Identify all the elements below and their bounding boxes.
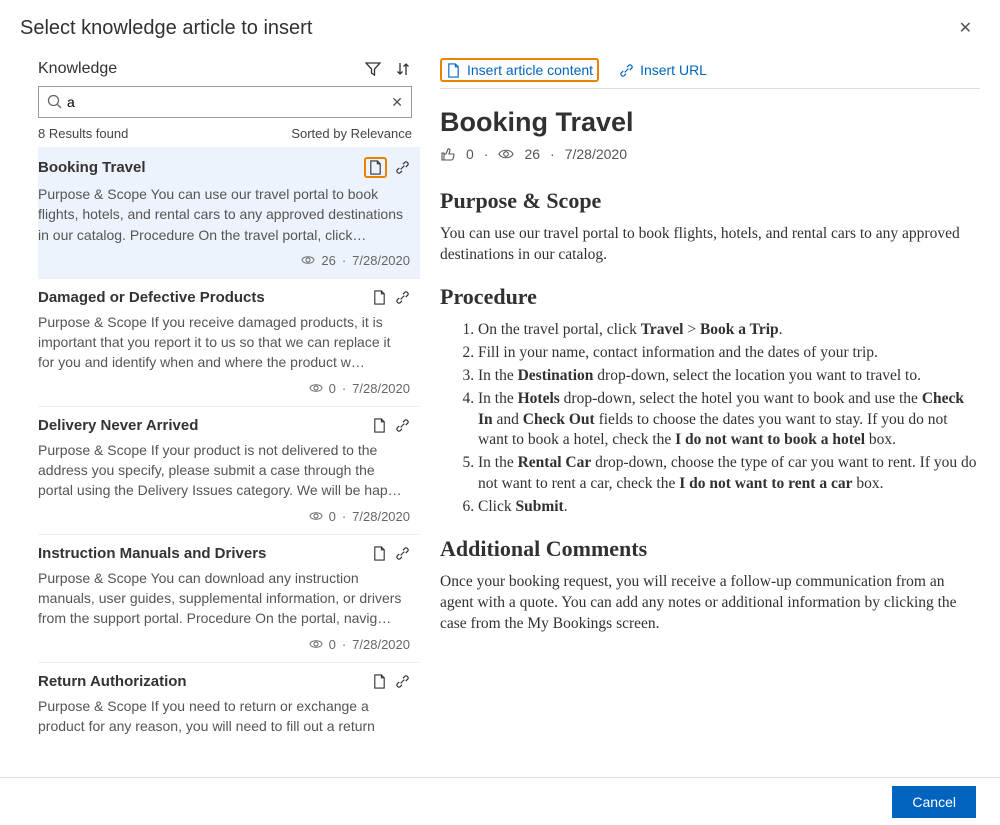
result-card[interactable]: Delivery Never Arrived Purpose & Scope If… (38, 407, 420, 535)
procedure-step: On the travel portal, click Travel > Boo… (478, 320, 980, 341)
insert-url-label: Insert URL (640, 62, 707, 78)
insert-link-icon[interactable] (395, 546, 410, 561)
insert-content-icon[interactable] (372, 290, 387, 305)
result-title[interactable]: Booking Travel (38, 159, 146, 176)
insert-link-icon[interactable] (395, 674, 410, 689)
likes-count: 0 (466, 146, 474, 162)
knowledge-panel-title: Knowledge (38, 60, 117, 78)
procedure-step: Fill in your name, contact information a… (478, 343, 980, 364)
heading-purpose: Purpose & Scope (440, 188, 980, 214)
thumbs-up-icon[interactable] (440, 146, 456, 162)
paragraph-additional: Once your booking request, you will rece… (440, 572, 980, 635)
views-icon (309, 509, 323, 523)
results-count: 8 Results found (38, 126, 128, 141)
result-title[interactable]: Instruction Manuals and Drivers (38, 545, 266, 562)
sorted-by: Sorted by Relevance (291, 126, 412, 141)
insert-content-icon[interactable] (372, 674, 387, 689)
result-views: 0 (329, 637, 336, 652)
close-icon[interactable]: ✕ (951, 14, 980, 42)
clear-search-icon[interactable]: ✕ (391, 94, 403, 111)
views-icon (309, 381, 323, 395)
insert-content-icon[interactable] (364, 157, 387, 178)
insert-link-icon[interactable] (395, 290, 410, 305)
procedure-step: Click Submit. (478, 497, 980, 518)
views-icon (498, 146, 514, 162)
insert-link-icon[interactable] (395, 160, 410, 175)
article-date: 7/28/2020 (565, 146, 627, 162)
insert-content-icon[interactable] (372, 546, 387, 561)
procedure-step: In the Rental Car drop-down, choose the … (478, 453, 980, 495)
search-input[interactable] (63, 90, 391, 114)
result-excerpt: Purpose & Scope If you receive damaged p… (38, 312, 410, 373)
article-title: Booking Travel (440, 107, 980, 138)
results-list[interactable]: Booking Travel Purpose & Scope You can us… (38, 147, 420, 737)
filter-icon[interactable] (364, 60, 382, 78)
insert-content-label: Insert article content (467, 62, 593, 78)
result-card[interactable]: Return Authorization Purpose & Scope If y… (38, 663, 420, 737)
views-icon (309, 637, 323, 651)
search-icon (47, 94, 63, 110)
views-icon (301, 253, 315, 267)
result-date: 7/28/2020 (352, 509, 410, 524)
result-date: 7/28/2020 (352, 253, 410, 268)
result-title[interactable]: Return Authorization (38, 673, 187, 690)
result-excerpt: Purpose & Scope If you need to return or… (38, 696, 410, 737)
result-card[interactable]: Booking Travel Purpose & Scope You can us… (38, 147, 420, 279)
heading-additional: Additional Comments (440, 536, 980, 562)
page-icon (446, 63, 461, 78)
result-card[interactable]: Instruction Manuals and Drivers Purpose &… (38, 535, 420, 663)
search-input-wrapper[interactable]: ✕ (38, 86, 412, 118)
result-views: 26 (321, 253, 335, 268)
result-views: 0 (329, 381, 336, 396)
result-date: 7/28/2020 (352, 381, 410, 396)
procedure-step: In the Hotels drop-down, select the hote… (478, 389, 980, 452)
insert-url-button[interactable]: Insert URL (613, 58, 713, 82)
dialog-title: Select knowledge article to insert (20, 17, 312, 40)
procedure-step: In the Destination drop-down, select the… (478, 366, 980, 387)
article-body: Purpose & Scope You can use our travel p… (440, 188, 980, 635)
result-excerpt: Purpose & Scope You can download any ins… (38, 568, 410, 629)
result-excerpt: Purpose & Scope You can use our travel p… (38, 184, 410, 245)
views-count: 26 (524, 146, 540, 162)
sort-icon[interactable] (394, 60, 412, 78)
insert-link-icon[interactable] (395, 418, 410, 433)
result-title[interactable]: Delivery Never Arrived (38, 417, 198, 434)
heading-procedure: Procedure (440, 284, 980, 310)
link-icon (619, 63, 634, 78)
result-title[interactable]: Damaged or Defective Products (38, 289, 265, 306)
result-card[interactable]: Damaged or Defective Products Purpose & S… (38, 279, 420, 407)
cancel-button[interactable]: Cancel (892, 786, 976, 818)
insert-content-icon[interactable] (372, 418, 387, 433)
result-excerpt: Purpose & Scope If your product is not d… (38, 440, 410, 501)
paragraph-purpose: You can use our travel portal to book fl… (440, 224, 980, 266)
result-date: 7/28/2020 (352, 637, 410, 652)
result-views: 0 (329, 509, 336, 524)
insert-article-content-button[interactable]: Insert article content (440, 58, 599, 82)
